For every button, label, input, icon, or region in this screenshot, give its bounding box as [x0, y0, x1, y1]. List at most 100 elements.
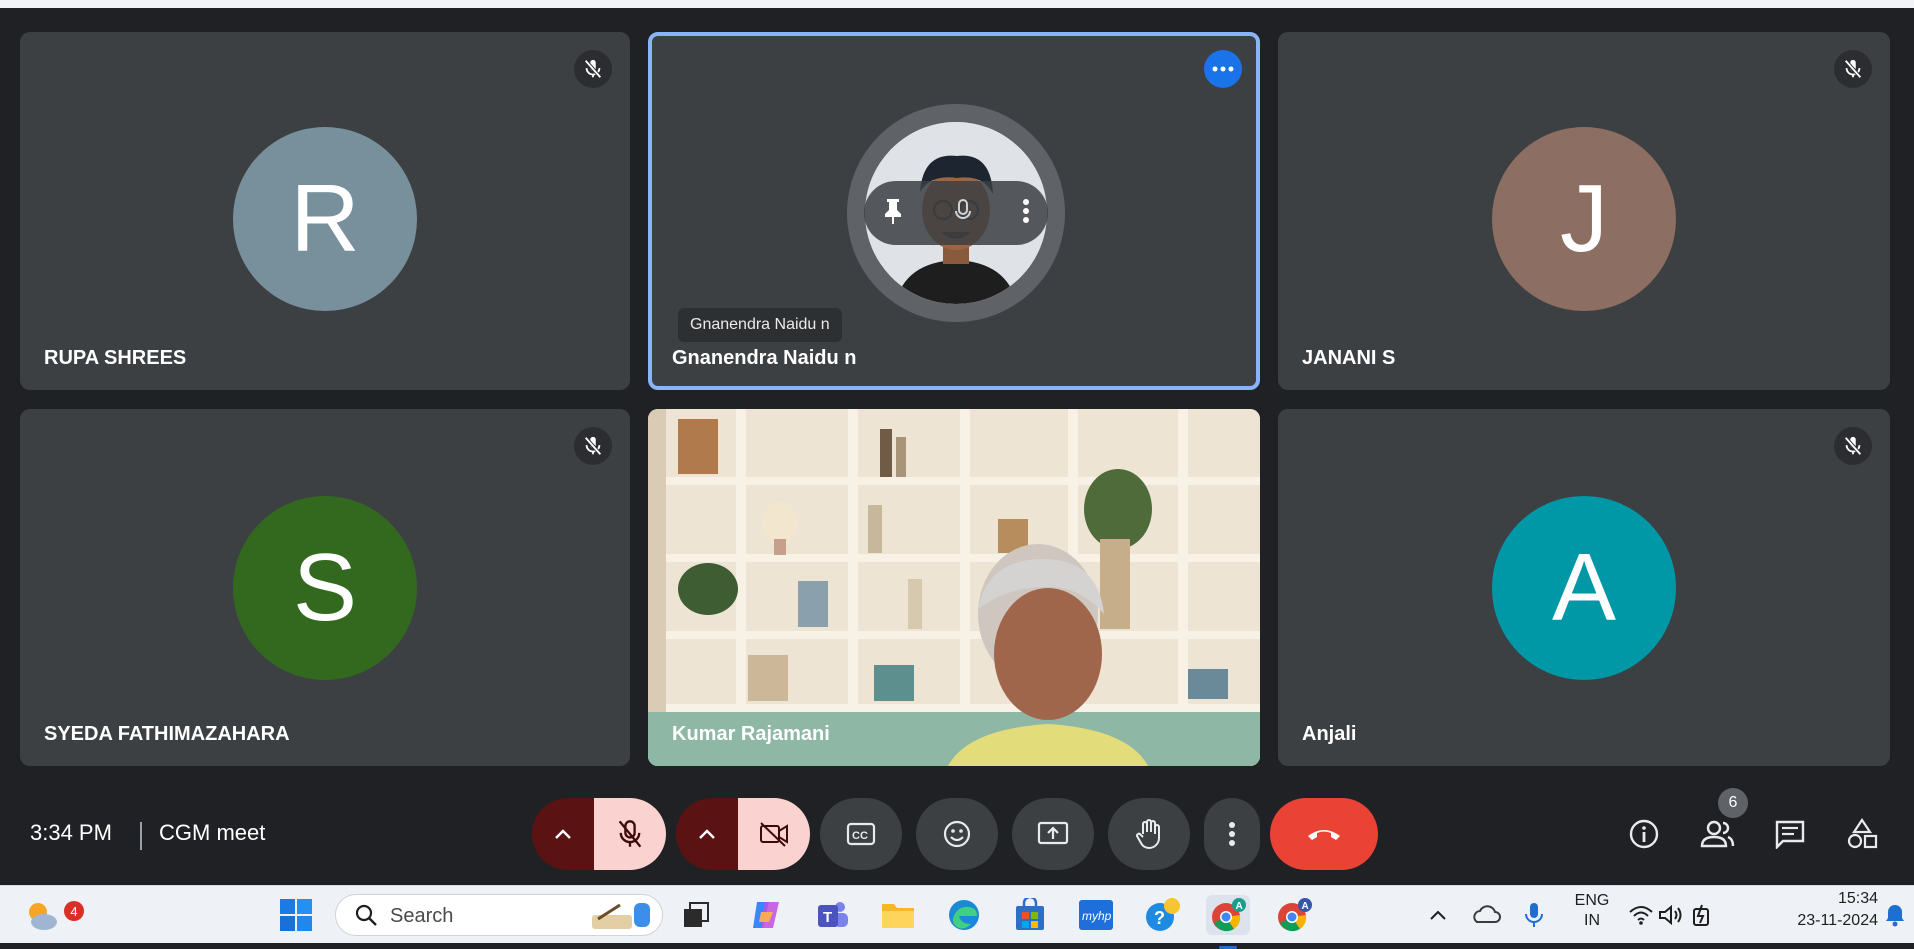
edge-button[interactable] [944, 895, 984, 935]
chevron-up-icon [1430, 910, 1446, 920]
muted-mic-icon [1834, 50, 1872, 88]
notification-badge: 4 [64, 901, 84, 921]
avatar-syeda: S [233, 496, 417, 680]
mic-toggle-button[interactable] [594, 798, 666, 870]
participant-name: Gnanendra Naidu n [672, 347, 857, 369]
search-icon [355, 904, 377, 926]
chat-button[interactable] [1768, 812, 1812, 856]
meeting-time: 3:34 PM [30, 820, 112, 845]
help-icon: ? [1146, 898, 1180, 931]
chat-icon [1775, 820, 1805, 849]
participant-tile-kumar-video[interactable]: Kumar Rajamani [648, 409, 1260, 766]
clock-time: 15:34 [1837, 890, 1878, 907]
leave-call-button[interactable] [1270, 798, 1378, 870]
muted-mic-icon [574, 427, 612, 465]
meet-stage: R RUPA SHREES Gnanendra Naidu n Gnanendr… [0, 8, 1914, 885]
task-view-button[interactable] [676, 895, 716, 935]
language-indicator[interactable]: ENG IN [1570, 892, 1614, 930]
edge-icon [949, 900, 979, 930]
present-icon [1037, 821, 1069, 845]
meeting-title: CGM meet [159, 820, 266, 845]
divider [140, 822, 142, 850]
teams-icon: T [818, 902, 848, 927]
volume-button[interactable] [1656, 895, 1686, 935]
more-options-icon[interactable] [1204, 50, 1242, 88]
windows-start-icon [280, 899, 312, 931]
people-button[interactable] [1696, 812, 1740, 856]
svg-text:A: A [1236, 901, 1243, 912]
avatar-rupa: R [233, 127, 417, 311]
pin-icon[interactable] [882, 197, 904, 230]
teams-button[interactable]: T [812, 895, 852, 935]
muted-mic-icon [574, 50, 612, 88]
copilot-button[interactable] [746, 895, 786, 935]
chrome-button-2[interactable]: A [1274, 895, 1314, 935]
taskbar-search[interactable]: Search [335, 894, 663, 936]
chrome-button-1[interactable]: A [1206, 895, 1250, 949]
copilot-icon [753, 902, 779, 928]
weather-widget[interactable]: 4 [22, 895, 84, 935]
activities-button[interactable] [1840, 812, 1884, 856]
wifi-button[interactable] [1626, 895, 1656, 935]
store-button[interactable] [1010, 895, 1050, 935]
svg-text:?: ? [1154, 908, 1165, 928]
windows-taskbar: 4 Search T myhp ? A A ENG IN 15:34 23-11… [0, 885, 1914, 949]
region-code: IN [1584, 912, 1600, 929]
video-feed [648, 409, 1260, 766]
emoji-reaction-button[interactable] [916, 798, 998, 870]
browser-top-strip [0, 0, 1914, 8]
onedrive-icon [1473, 905, 1501, 923]
participant-tile-gnanendra[interactable]: Gnanendra Naidu n Gnanendra Naidu n [648, 32, 1260, 390]
meeting-controls-bar: 3:34 PM CGM meet CC 6 [0, 788, 1914, 893]
myhp-button[interactable]: myhp [1076, 895, 1116, 935]
video-settings-button[interactable] [676, 798, 738, 870]
mic-off-icon [618, 820, 642, 848]
participant-tile-janani[interactable]: J JANANI S [1278, 32, 1890, 390]
info-icon [1629, 819, 1659, 849]
participant-name: Kumar Rajamani [672, 723, 830, 745]
show-hidden-icons-button[interactable] [1418, 895, 1458, 935]
speaking-ring [847, 104, 1065, 322]
weather-icon [29, 903, 57, 930]
chevron-up-icon [555, 829, 571, 839]
onedrive-button[interactable] [1466, 895, 1506, 935]
participant-name: JANANI S [1302, 347, 1396, 369]
audio-settings-button[interactable] [532, 798, 594, 870]
more-vert-icon[interactable] [1022, 198, 1030, 229]
participant-tile-anjali[interactable]: A Anjali [1278, 409, 1890, 766]
meeting-info-button[interactable] [1622, 812, 1666, 856]
participant-name: RUPA SHREES [44, 347, 187, 369]
people-icon [1700, 820, 1735, 848]
present-screen-button[interactable] [1012, 798, 1094, 870]
mute-participant-icon[interactable] [952, 197, 974, 230]
emoji-icon [943, 820, 971, 848]
more-options-button[interactable] [1204, 798, 1260, 870]
participant-tile-syeda[interactable]: S SYEDA FATHIMAZAHARA [20, 409, 630, 766]
captions-button[interactable]: CC [820, 798, 902, 870]
battery-charging-icon [1693, 904, 1709, 926]
tile-hover-controls [864, 181, 1048, 245]
svg-text:T: T [823, 909, 832, 926]
chevron-up-icon [699, 829, 715, 839]
folder-icon [882, 904, 914, 928]
camera-off-icon [760, 822, 788, 847]
participant-tile-rupa[interactable]: R RUPA SHREES [20, 32, 630, 390]
avatar-anjali: A [1492, 496, 1676, 680]
participant-name: SYEDA FATHIMAZAHARA [44, 723, 290, 745]
task-view-icon [684, 902, 709, 927]
chrome-icon: A [1278, 898, 1312, 932]
file-explorer-button[interactable] [878, 895, 918, 935]
start-button[interactable] [276, 895, 316, 935]
volume-icon [1659, 904, 1682, 926]
battery-button[interactable] [1688, 895, 1718, 935]
captions-icon: CC [846, 822, 876, 846]
system-clock[interactable]: 15:34 23-11-2024 [1750, 890, 1878, 930]
chrome-icon: A [1212, 898, 1246, 932]
raise-hand-button[interactable] [1108, 798, 1190, 870]
help-button[interactable]: ? [1142, 895, 1182, 935]
search-highlight-icon [592, 903, 650, 929]
end-call-icon [1308, 830, 1340, 840]
microphone-tray-button[interactable] [1514, 895, 1554, 935]
camera-toggle-button[interactable] [738, 798, 810, 870]
notifications-button[interactable] [1880, 895, 1910, 935]
